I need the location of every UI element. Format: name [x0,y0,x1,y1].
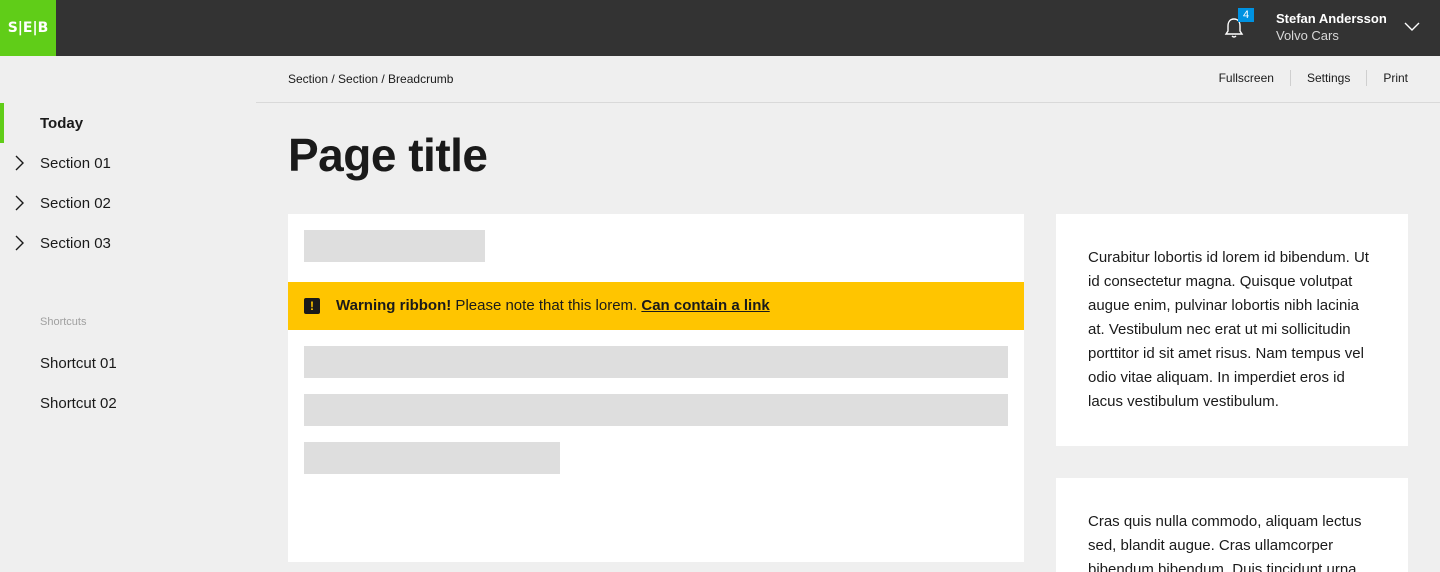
sidebar-item-label: Section 03 [40,234,111,252]
top-bar: S|E|B 4 Stefan Andersson Volvo Cars [0,0,1440,56]
shortcut-label: Shortcut 02 [40,394,117,412]
placeholder-block [304,346,1008,378]
shortcut-item-02[interactable]: Shortcut 02 [0,383,256,423]
side-card-text: Curabitur lobortis id lorem id bibendum.… [1088,249,1369,410]
sidebar: Today Section 01 Section 02 Section 03 S… [0,56,256,572]
side-card-2: Cras quis nulla commodo, aliquam lectus … [1056,478,1408,572]
sidebar-item-today[interactable]: Today [0,103,256,143]
exclamation-icon: ! [304,298,320,314]
print-button[interactable]: Print [1366,70,1408,86]
chevron-right-icon [15,195,24,211]
logo-text: S|E|B [7,20,49,36]
breadcrumb[interactable]: Section / Section / Breadcrumb [288,72,453,86]
chevron-down-icon[interactable] [1403,20,1421,34]
sidebar-item-section-01[interactable]: Section 01 [0,143,256,183]
placeholder-block [304,394,1008,426]
sidebar-item-label: Section 02 [40,194,111,212]
sidebar-item-section-02[interactable]: Section 02 [0,183,256,223]
main-card: ! Warning ribbon! Please note that this … [288,214,1024,562]
chevron-right-icon [15,235,24,251]
settings-button[interactable]: Settings [1289,70,1366,86]
warning-text: Warning ribbon! Please note that this lo… [336,297,770,314]
side-card-1: Curabitur lobortis id lorem id bibendum.… [1056,214,1408,446]
warning-ribbon: ! Warning ribbon! Please note that this … [288,282,1024,330]
shortcut-item-01[interactable]: Shortcut 01 [0,343,256,383]
shortcut-label: Shortcut 01 [40,354,117,372]
page-title: Page title [288,129,488,181]
warning-link[interactable]: Can contain a link [641,297,769,314]
user-organization: Volvo Cars [1276,28,1339,43]
user-name[interactable]: Stefan Andersson [1276,11,1387,26]
placeholder-block [304,442,560,474]
placeholder-block [304,230,485,262]
chevron-right-icon [15,155,24,171]
sidebar-item-label: Today [40,114,84,132]
warning-strong: Warning ribbon! [336,297,452,314]
warning-message: Please note that this lorem. [451,297,642,314]
header-divider [256,102,1440,103]
sidebar-item-section-03[interactable]: Section 03 [0,223,256,263]
seb-logo[interactable]: S|E|B [0,0,56,56]
fullscreen-button[interactable]: Fullscreen [1219,70,1290,86]
shortcuts-heading: Shortcuts [40,316,87,328]
side-card-text: Cras quis nulla commodo, aliquam lectus … [1088,513,1362,572]
notification-badge: 4 [1238,8,1254,22]
header-actions: Fullscreen Settings Print [1219,70,1408,86]
sidebar-item-label: Section 01 [40,154,111,172]
